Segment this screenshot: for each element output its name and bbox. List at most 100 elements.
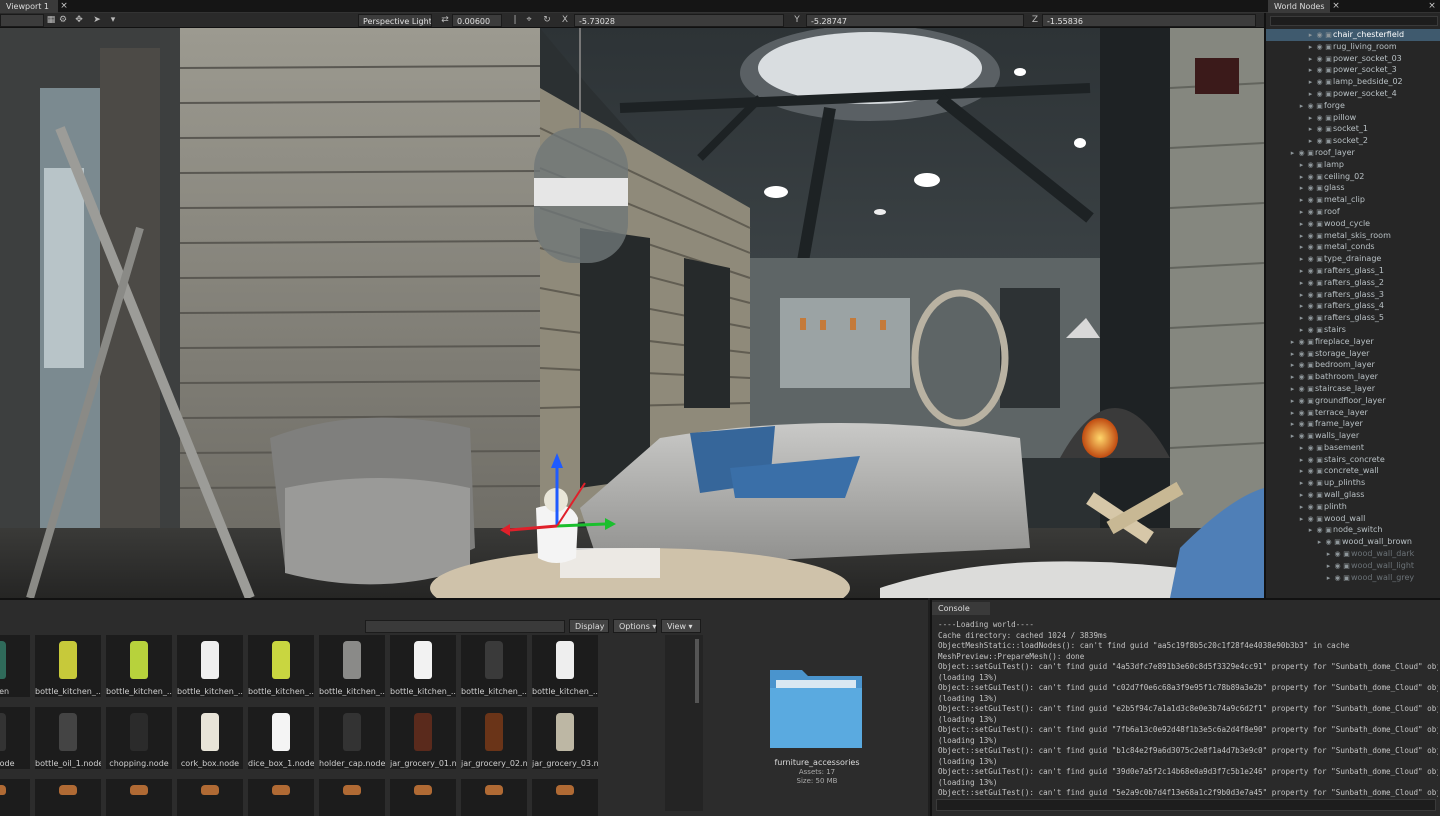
visibility-eye-icon[interactable]: ◉ xyxy=(1297,384,1306,395)
expand-arrow-icon[interactable]: ▸ xyxy=(1297,443,1306,454)
tree-node[interactable]: ▸ ◉ ▣rafters_glass_1 xyxy=(1266,265,1440,277)
tree-node[interactable]: ▸ ◉ ▣metal_conds xyxy=(1266,241,1440,253)
visibility-eye-icon[interactable]: ◉ xyxy=(1306,466,1315,477)
position-z-input[interactable]: -1.55836 xyxy=(1042,14,1256,27)
tree-node[interactable]: ▸ ◉ ▣storage_layer xyxy=(1266,348,1440,360)
expand-arrow-icon[interactable]: ▸ xyxy=(1297,219,1306,230)
expand-arrow-icon[interactable]: ▸ xyxy=(1297,231,1306,242)
asset-thumbnail[interactable]: cork_box.node xyxy=(177,707,243,769)
expand-arrow-icon[interactable]: ▸ xyxy=(1306,42,1315,53)
expand-arrow-icon[interactable]: ▸ xyxy=(1297,172,1306,183)
expand-arrow-icon[interactable]: ▸ xyxy=(1306,113,1315,124)
rotate-icon[interactable]: ↻ xyxy=(542,15,552,26)
expand-arrow-icon[interactable]: ▸ xyxy=(1297,313,1306,324)
tree-node[interactable]: ▸ ◉ ▣lamp xyxy=(1266,159,1440,171)
expand-arrow-icon[interactable]: ▸ xyxy=(1297,195,1306,206)
visibility-eye-icon[interactable]: ◉ xyxy=(1306,278,1315,289)
tree-node[interactable]: ▸ ◉ ▣wood_wall_dark xyxy=(1266,548,1440,560)
expand-arrow-icon[interactable]: ▸ xyxy=(1297,478,1306,489)
expand-arrow-icon[interactable]: ▸ xyxy=(1306,30,1315,41)
expand-arrow-icon[interactable]: ▸ xyxy=(1297,183,1306,194)
expand-arrow-icon[interactable]: ▸ xyxy=(1297,514,1306,525)
tab-console[interactable]: Console xyxy=(932,602,990,615)
visibility-eye-icon[interactable]: ◉ xyxy=(1297,431,1306,442)
asset-thumbnail[interactable]: bottle_kitchen_... xyxy=(35,635,101,697)
visibility-eye-icon[interactable]: ◉ xyxy=(1297,372,1306,383)
expand-arrow-icon[interactable]: ▸ xyxy=(1297,207,1306,218)
tree-node[interactable]: ▸ ◉ ▣forge xyxy=(1266,100,1440,112)
tab-world-nodes[interactable]: World Nodes xyxy=(1268,0,1330,13)
asset-thumbnail[interactable]: bottle_kitchen_... xyxy=(532,635,598,697)
visibility-eye-icon[interactable]: ◉ xyxy=(1306,101,1315,112)
visibility-eye-icon[interactable]: ◉ xyxy=(1306,502,1315,513)
tree-node[interactable]: ▸ ◉ ▣walls_layer xyxy=(1266,430,1440,442)
asset-scrollbar[interactable] xyxy=(665,635,703,811)
expand-arrow-icon[interactable]: ▸ xyxy=(1297,101,1306,112)
close-world-nodes-icon[interactable]: × xyxy=(1331,1,1341,11)
visibility-eye-icon[interactable]: ◉ xyxy=(1306,207,1315,218)
tree-node[interactable]: ▸ ◉ ▣rafters_glass_2 xyxy=(1266,277,1440,289)
position-y-input[interactable]: -5.28747 xyxy=(806,14,1024,27)
expand-arrow-icon[interactable]: ▸ xyxy=(1297,301,1306,312)
asset-thumbnail[interactable]: jar_grocery_02.n... xyxy=(461,707,527,769)
expand-arrow-icon[interactable]: ▸ xyxy=(1297,242,1306,253)
expand-arrow-icon[interactable]: ▸ xyxy=(1297,455,1306,466)
visibility-eye-icon[interactable]: ◉ xyxy=(1297,408,1306,419)
grid-icon[interactable]: ▦ xyxy=(46,15,56,26)
display-button[interactable]: Display xyxy=(569,619,609,633)
tree-node[interactable]: ▸ ◉ ▣metal_clip xyxy=(1266,194,1440,206)
tree-node[interactable]: ▸ ◉ ▣roof xyxy=(1266,206,1440,218)
tree-node[interactable]: ▸ ◉ ▣node_switch xyxy=(1266,524,1440,536)
visibility-eye-icon[interactable]: ◉ xyxy=(1306,231,1315,242)
visibility-eye-icon[interactable]: ◉ xyxy=(1315,42,1324,53)
panel-close-icon[interactable]: × xyxy=(1427,1,1437,11)
tree-node[interactable]: ▸ ◉ ▣rafters_glass_4 xyxy=(1266,300,1440,312)
asset-scrollbar-thumb[interactable] xyxy=(695,639,699,703)
visibility-eye-icon[interactable]: ◉ xyxy=(1306,313,1315,324)
expand-arrow-icon[interactable]: ▸ xyxy=(1288,148,1297,159)
viewport-camera-select[interactable] xyxy=(0,14,44,27)
expand-arrow-icon[interactable]: ▸ xyxy=(1288,337,1297,348)
expand-arrow-icon[interactable]: ▸ xyxy=(1288,419,1297,430)
visibility-eye-icon[interactable]: ◉ xyxy=(1315,525,1324,536)
console-command-input[interactable] xyxy=(936,799,1436,811)
visibility-eye-icon[interactable]: ◉ xyxy=(1297,419,1306,430)
camera-mode-select[interactable]: Perspective Lighting xyxy=(358,14,432,27)
asset-thumbnail[interactable] xyxy=(106,779,172,816)
asset-thumbnail[interactable] xyxy=(177,779,243,816)
options-button[interactable]: Options ▾ xyxy=(613,619,657,633)
asset-thumbnail[interactable]: dice_box_1.node xyxy=(248,707,314,769)
visibility-eye-icon[interactable]: ◉ xyxy=(1315,124,1324,135)
expand-arrow-icon[interactable]: ▸ xyxy=(1306,124,1315,135)
camera-speed-input[interactable]: 0.00600 xyxy=(452,14,502,27)
tree-node[interactable]: ▸ ◉ ▣staircase_layer xyxy=(1266,383,1440,395)
tree-node[interactable]: ▸ ◉ ▣lamp_bedside_02 xyxy=(1266,76,1440,88)
asset-thumbnail[interactable]: chopping.node xyxy=(106,707,172,769)
visibility-eye-icon[interactable]: ◉ xyxy=(1306,183,1315,194)
asset-thumbnail[interactable]: bottle_kitchen_... xyxy=(177,635,243,697)
tree-node[interactable]: ▸ ◉ ▣power_socket_4 xyxy=(1266,88,1440,100)
expand-arrow-icon[interactable]: ▸ xyxy=(1324,573,1333,584)
expand-arrow-icon[interactable]: ▸ xyxy=(1306,525,1315,536)
tree-node[interactable]: ▸ ◉ ▣wood_cycle xyxy=(1266,218,1440,230)
arrow-icon[interactable]: ➤ xyxy=(92,15,102,26)
asset-thumbnail[interactable] xyxy=(390,779,456,816)
visibility-eye-icon[interactable]: ◉ xyxy=(1306,242,1315,253)
asset-thumbnail[interactable] xyxy=(532,779,598,816)
tree-node[interactable]: ▸ ◉ ▣frame_layer xyxy=(1266,418,1440,430)
expand-arrow-icon[interactable]: ▸ xyxy=(1306,54,1315,65)
scene-viewport[interactable] xyxy=(0,28,1264,598)
asset-thumbnail[interactable]: bottle_kitchen_... xyxy=(390,635,456,697)
visibility-eye-icon[interactable]: ◉ xyxy=(1306,219,1315,230)
visibility-eye-icon[interactable]: ◉ xyxy=(1333,549,1342,560)
position-x-input[interactable]: -5.73028 xyxy=(574,14,784,27)
visibility-eye-icon[interactable]: ◉ xyxy=(1297,148,1306,159)
visibility-eye-icon[interactable]: ◉ xyxy=(1315,30,1324,41)
asset-thumbnail[interactable]: bottle_kitchen_... xyxy=(248,635,314,697)
expand-arrow-icon[interactable]: ▸ xyxy=(1306,77,1315,88)
tree-node[interactable]: ▸ ◉ ▣glass xyxy=(1266,182,1440,194)
visibility-eye-icon[interactable]: ◉ xyxy=(1306,478,1315,489)
tree-node[interactable]: ▸ ◉ ▣rafters_glass_5 xyxy=(1266,312,1440,324)
tree-node[interactable]: ▸ ◉ ▣power_socket_3 xyxy=(1266,64,1440,76)
asset-thumbnail[interactable]: bottle_oil_1.node xyxy=(35,707,101,769)
